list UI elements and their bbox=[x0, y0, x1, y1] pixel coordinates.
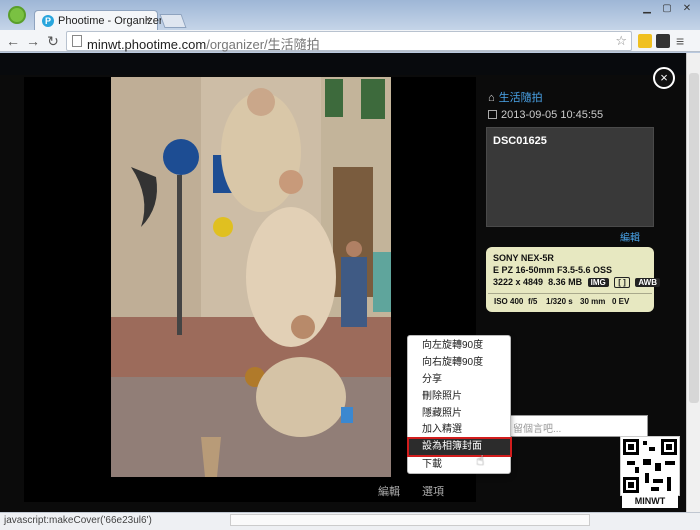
ev-value: 0 EV bbox=[612, 297, 630, 306]
minimize-icon[interactable]: ▁ bbox=[638, 2, 656, 16]
menu-share[interactable]: 分享 bbox=[409, 372, 510, 388]
watermark-caption: MINWT bbox=[622, 494, 678, 508]
focal-value: 30 mm bbox=[580, 297, 606, 306]
status-url: javascript:makeCover('66e23ul6') bbox=[4, 515, 152, 526]
hand-cursor-icon: ☝ bbox=[476, 452, 485, 468]
menu-wrench-icon[interactable]: ≡ bbox=[676, 34, 690, 48]
photo-image[interactable] bbox=[111, 77, 391, 477]
page-scrollbar[interactable] bbox=[686, 53, 700, 512]
maximize-icon[interactable]: ▢ bbox=[658, 2, 676, 16]
scrollbar-thumb[interactable] bbox=[689, 73, 699, 403]
browser-tab[interactable]: P Phootime - Organizer × bbox=[34, 10, 163, 31]
frame-badge: [ ] bbox=[614, 277, 630, 289]
menu-set-album-cover[interactable]: 設為相簿封面 bbox=[407, 437, 512, 457]
photo-datetime: 2013-09-05 10:45:55 bbox=[488, 109, 603, 121]
new-tab-button[interactable] bbox=[159, 14, 187, 28]
photo-edit-link[interactable]: 編輯 bbox=[378, 483, 400, 499]
tab-close-icon[interactable]: × bbox=[145, 14, 151, 26]
home-icon: ⌂ bbox=[488, 92, 495, 104]
extension-icon[interactable] bbox=[656, 34, 670, 48]
window-titlebar: P Phootime - Organizer × ▁ ▢ ✕ bbox=[0, 0, 700, 31]
photo-actions-bar: 編輯 選項 bbox=[24, 481, 476, 501]
back-arrow-icon[interactable]: ← bbox=[4, 32, 22, 50]
shutter-value: 1/320 s bbox=[546, 297, 573, 306]
reload-icon[interactable]: ↻ bbox=[44, 32, 62, 50]
aperture-value: f/5 bbox=[528, 297, 538, 306]
camera-model: SONY NEX-5R bbox=[493, 253, 554, 263]
photo-filename: DSC01625 bbox=[493, 135, 547, 147]
browser-toolbar: ← → ↻ minwt.phootime.com/organizer/生活隨拍 … bbox=[0, 30, 700, 52]
forward-arrow-icon[interactable]: → bbox=[24, 32, 42, 50]
address-bar[interactable]: minwt.phootime.com/organizer/生活隨拍 ☆ bbox=[66, 31, 632, 52]
bookmark-star-icon[interactable]: ☆ bbox=[615, 33, 627, 49]
exif-panel: SONY NEX-5R E PZ 16-50mm F3.5-5.6 OSS 32… bbox=[486, 247, 660, 312]
page-viewport: 編輯 選項 ⌂ 生活隨拍 2013-09-05 10:45:55 DSC01625… bbox=[0, 53, 700, 512]
menu-delete-photo[interactable]: 刪除照片 bbox=[409, 389, 510, 405]
calendar-icon bbox=[488, 110, 497, 119]
exif-settings-row: ISO 400 f/5 1/320 s 30 mm 0 EV bbox=[488, 293, 652, 309]
menu-add-featured[interactable]: 加入精選 bbox=[409, 422, 510, 438]
photo-options-link[interactable]: 選項 bbox=[422, 483, 444, 499]
close-viewer-icon[interactable]: × bbox=[653, 67, 675, 89]
qr-code-watermark bbox=[620, 436, 680, 496]
menu-rotate-left[interactable]: 向左旋轉90度 bbox=[409, 338, 510, 354]
notes-extension-icon[interactable] bbox=[638, 34, 652, 48]
menu-download[interactable]: 下載 bbox=[409, 457, 510, 473]
window-close-icon[interactable]: ✕ bbox=[678, 2, 696, 16]
awb-badge: AWB bbox=[635, 278, 660, 288]
edit-description-link[interactable]: 編輯 bbox=[620, 229, 640, 244]
chrome-logo-icon bbox=[8, 6, 26, 24]
menu-hide-photo[interactable]: 隱藏照片 bbox=[409, 406, 510, 422]
photo-options-menu: 向左旋轉90度 向右旋轉90度 分享 刪除照片 隱藏照片 加入精選 設為相簿封面… bbox=[407, 335, 512, 474]
lens-model: E PZ 16-50mm F3.5-5.6 OSS bbox=[493, 265, 613, 275]
img-badge: IMG bbox=[587, 278, 609, 288]
phootime-favicon-icon: P bbox=[42, 15, 54, 27]
description-box[interactable]: DSC01625 bbox=[486, 127, 654, 227]
album-link[interactable]: ⌂ 生活隨拍 bbox=[488, 89, 543, 105]
page-icon bbox=[72, 35, 82, 47]
url-text: minwt.phootime.com/organizer/生活隨拍 bbox=[87, 37, 320, 52]
horizontal-scrollbar[interactable] bbox=[230, 514, 590, 526]
comment-input[interactable]: 留個言吧... bbox=[508, 415, 648, 437]
menu-rotate-right[interactable]: 向右旋轉90度 bbox=[409, 355, 510, 371]
image-size: 3222 x 4849 8.36 MB IMG [ ] AWB bbox=[493, 277, 660, 289]
iso-value: ISO 400 bbox=[494, 297, 524, 306]
